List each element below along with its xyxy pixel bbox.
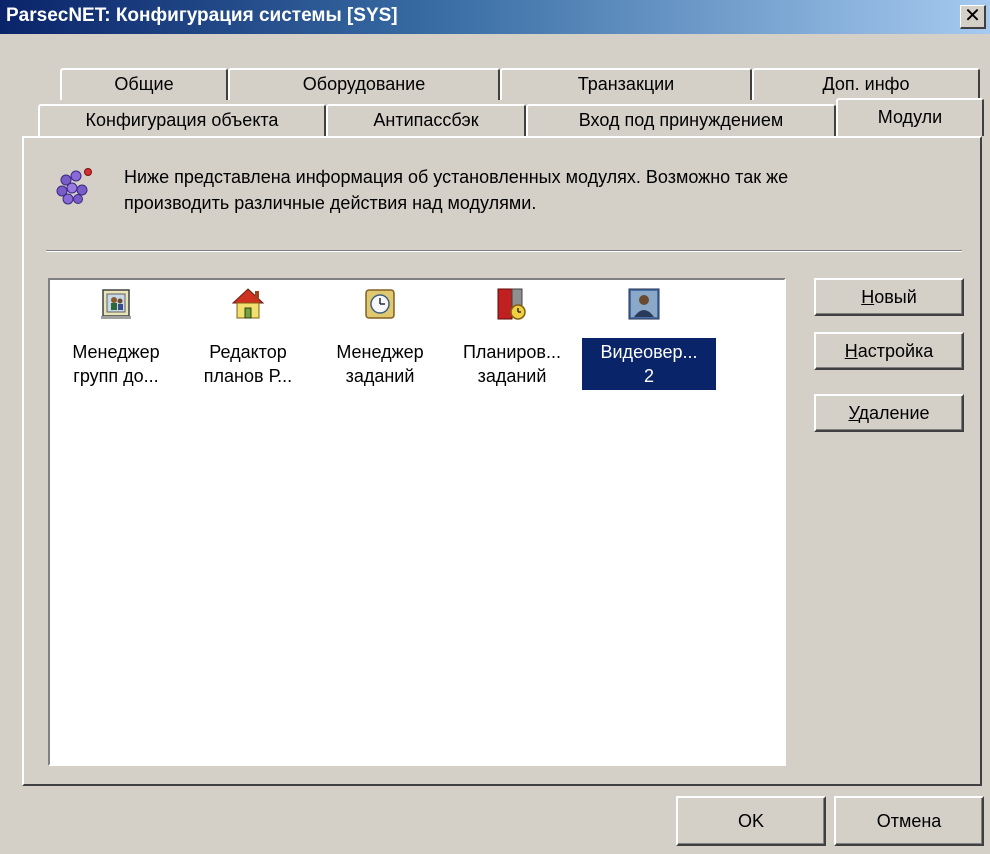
window-title: ParsecNET: Конфигурация системы [SYS] [6, 5, 398, 26]
module-label-line: планов Р... [203, 366, 293, 386]
module-label-line: Видеовер... [600, 342, 698, 362]
group-manager-icon [101, 289, 131, 319]
list-item[interactable]: Планиров... заданий [446, 280, 578, 400]
tab-general[interactable]: Общие [60, 68, 228, 100]
settings-button[interactable]: Настройка [814, 332, 964, 370]
task-manager-clock-icon [365, 289, 395, 319]
close-icon: ✕ [964, 5, 981, 27]
ok-button[interactable]: OK [676, 796, 826, 846]
module-label-line: 2 [643, 366, 654, 386]
tab-label: Конфигурация объекта [85, 110, 279, 130]
tab-label: Вход под принуждением [578, 110, 784, 130]
button-label: овый [874, 287, 917, 307]
info-text: Ниже представлена информация об установл… [124, 164, 974, 216]
video-verification-person-icon [628, 288, 660, 320]
module-label: Менеджер групп до... [52, 338, 180, 390]
config-dialog: ParsecNET: Конфигурация системы [SYS] ✕ … [0, 0, 990, 854]
tab-label: Доп. инфо [822, 74, 910, 94]
list-item[interactable]: Редактор планов Р... [182, 280, 314, 400]
tab-modules[interactable]: Модули [836, 98, 984, 136]
module-label: Редактор планов Р... [184, 338, 312, 390]
modules-list[interactable]: Менеджер групп до... Редактор планов Р..… [48, 278, 786, 766]
new-module-button[interactable]: Новый [814, 278, 964, 316]
button-accelerator: Н [844, 341, 858, 361]
modules-panel: Ниже представлена информация об установл… [22, 136, 982, 786]
tab-label: Транзакции [577, 74, 675, 94]
button-accelerator: У [848, 403, 859, 423]
list-item-selected[interactable]: Видеовер... 2 [578, 280, 716, 400]
module-label-line: Менеджер [336, 342, 424, 362]
module-label-line: Планиров... [462, 342, 562, 362]
module-label-line: заданий [345, 366, 415, 386]
tab-transactions[interactable]: Транзакции [500, 68, 752, 100]
tab-extra-info[interactable]: Доп. инфо [752, 68, 980, 100]
info-line-1: Ниже представлена информация об установл… [124, 167, 789, 187]
module-label: Менеджер заданий [316, 338, 444, 390]
tab-label: Общие [114, 74, 174, 94]
list-item[interactable]: Менеджер заданий [314, 280, 446, 400]
modules-molecules-icon [56, 168, 92, 205]
module-label: Планиров... заданий [448, 338, 576, 390]
info-line-2: производить различные действия над модул… [124, 193, 537, 213]
button-label: астройка [857, 341, 934, 361]
separator [46, 250, 962, 252]
title-bar[interactable]: ParsecNET: Конфигурация системы [SYS] ✕ [0, 0, 990, 34]
button-label: даление [858, 403, 930, 423]
module-label-line: заданий [477, 366, 547, 386]
module-label-line: Редактор [209, 342, 287, 362]
list-item[interactable]: Менеджер групп до... [50, 280, 182, 400]
delete-button[interactable]: Удаление [814, 394, 964, 432]
module-label-line: групп до... [73, 366, 159, 386]
tab-hardware[interactable]: Оборудование [228, 68, 500, 100]
tab-antipassback[interactable]: Антипассбэк [326, 104, 526, 136]
scheduler-door-clock-icon [497, 288, 526, 320]
tab-duress-entry[interactable]: Вход под принуждением [526, 104, 836, 136]
button-accelerator: Н [861, 287, 875, 307]
close-button[interactable]: ✕ [960, 5, 986, 29]
house-icon [231, 288, 265, 319]
tab-label: Модули [877, 107, 943, 127]
tab-label: Антипассбэк [373, 110, 479, 130]
cancel-button[interactable]: Отмена [834, 796, 984, 846]
tab-object-config[interactable]: Конфигурация объекта [38, 104, 326, 136]
tab-label: Оборудование [302, 74, 426, 94]
module-label: Видеовер... 2 [582, 338, 716, 390]
module-label-line: Менеджер [72, 342, 160, 362]
